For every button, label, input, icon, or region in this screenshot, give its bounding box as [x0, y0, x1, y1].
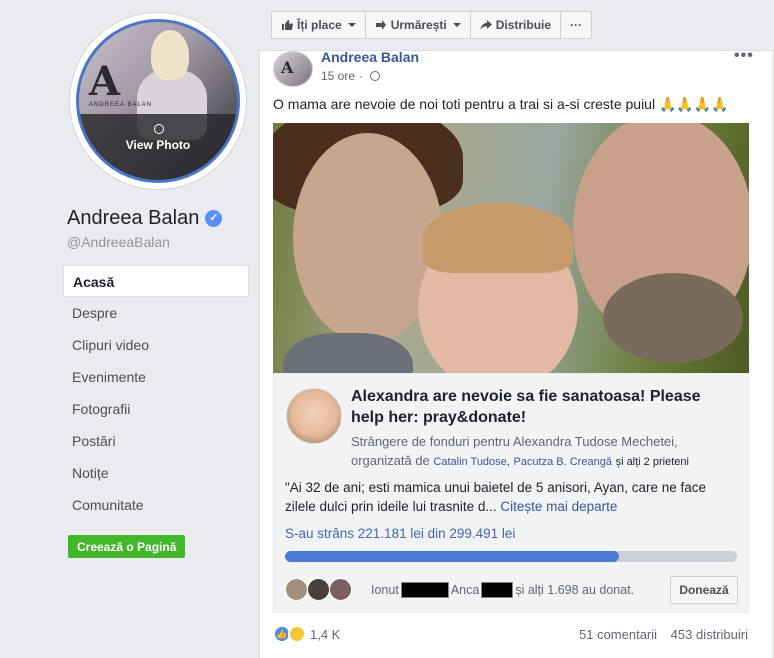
nav-item-notite[interactable]: Notițe: [63, 457, 249, 489]
nav-item-fotografii[interactable]: Fotografii: [63, 393, 249, 425]
chevron-down-icon: [452, 23, 461, 27]
donor-name-2[interactable]: Anca: [451, 583, 480, 597]
photo-beard: [603, 273, 743, 363]
read-more-link[interactable]: Citește mai departe: [500, 499, 617, 514]
post-time-text: 15 ore: [321, 69, 356, 83]
verified-badge-icon: ✓: [205, 210, 223, 227]
follow-icon: [375, 20, 386, 30]
nav-item-evenimente[interactable]: Evenimente: [63, 361, 249, 393]
nav-item-postari[interactable]: Postări: [63, 425, 249, 457]
profile-picture[interactable]: A ANDREEA BALAN View Photo: [76, 19, 240, 183]
like-page-button[interactable]: Îți place: [272, 12, 366, 38]
follow-button[interactable]: Urmărești: [366, 12, 471, 38]
post-author-avatar[interactable]: A: [273, 51, 313, 87]
fundraiser-subtitle: Strângere de fonduri pentru Alexandra Tu…: [351, 432, 736, 472]
fundraiser-avatar[interactable]: [286, 388, 342, 444]
sad-reaction-icon: [288, 625, 306, 643]
donate-button[interactable]: Donează: [670, 576, 738, 604]
post-author-name[interactable]: Andreea Balan: [321, 49, 419, 65]
nav-item-comunitate[interactable]: Comunitate: [63, 489, 249, 521]
donor-avatar[interactable]: [285, 578, 308, 601]
like-page-label: Îți place: [297, 18, 342, 32]
organizer-link-2[interactable]: Pacutza B. Creangă: [513, 456, 611, 468]
post-options-button[interactable]: •••: [734, 47, 754, 65]
nav-item-clipuri-video[interactable]: Clipuri video: [63, 329, 249, 361]
nav-item-despre[interactable]: Despre: [63, 297, 249, 329]
page-name-text: Andreea Balan: [67, 207, 200, 229]
post-card: A Andreea Balan 15 ore · ••• O mama are …: [259, 47, 772, 658]
comments-count[interactable]: 51 comentarii: [579, 627, 657, 642]
profile-picture-ring: A ANDREEA BALAN View Photo: [69, 12, 247, 190]
donor-suffix[interactable]: și alți 1.698 au donat.: [515, 583, 634, 597]
share-button[interactable]: Distribuie: [471, 12, 562, 38]
profile-icon: [154, 124, 164, 134]
photo-hair-child: [423, 203, 573, 273]
donor-avatar[interactable]: [329, 578, 352, 601]
post-timestamp[interactable]: 15 ore ·: [321, 69, 381, 83]
photo-figure-head: [151, 30, 189, 80]
post-text-body: O mama are nevoie de noi toti pentru a t…: [273, 96, 656, 112]
shares-count[interactable]: 453 distribuiri: [671, 627, 748, 642]
donor-avatars: [285, 578, 352, 601]
donors-summary: Ionut Anca și alți 1.698 au donat.: [371, 582, 634, 598]
create-page-button[interactable]: Creează o Pagină: [68, 535, 186, 558]
organizer-separator: ,: [506, 456, 510, 468]
page-action-bar: Îți place Urmărești Distribuie ···: [271, 11, 593, 39]
fundraiser-title[interactable]: Alexandra are nevoie sa fie sanatoasa! P…: [351, 386, 731, 428]
logo-text: ANDREEA BALAN: [89, 102, 153, 108]
chevron-down-icon: [347, 23, 356, 27]
nav-item-acasa[interactable]: Acasă: [63, 265, 249, 297]
view-photo-label: View Photo: [125, 138, 191, 152]
share-icon: [480, 20, 492, 30]
logo-letter: A: [281, 58, 294, 77]
share-label: Distribuie: [495, 18, 552, 32]
view-photo-overlay[interactable]: View Photo: [79, 114, 237, 180]
page-name[interactable]: Andreea Balan ✓: [67, 207, 223, 230]
fundraiser-progress-bar: [285, 551, 737, 562]
follow-label: Urmărești: [390, 18, 447, 32]
fundraiser-sub-suffix: și alți 2 prieteni: [615, 456, 689, 468]
post-time-separator: ·: [359, 69, 364, 83]
donor-avatar[interactable]: [307, 578, 330, 601]
amount-raised: S-au strâns 221.181 lei din 299.491 lei: [285, 526, 516, 541]
fundraiser-card[interactable]: Alexandra are nevoie sa fie sanatoasa! P…: [273, 373, 749, 613]
photo-shirt: [283, 333, 413, 373]
page-handle[interactable]: @AndreeaBalan: [67, 234, 170, 250]
fundraiser-desc-text: "Ai 32 de ani; esti mamica unui baietel …: [285, 480, 707, 514]
redaction-block: [481, 582, 514, 598]
redaction-block: [400, 582, 449, 598]
globe-icon: [370, 71, 381, 81]
page-nav: Acasă Despre Clipuri video Evenimente Fo…: [63, 265, 249, 521]
left-column: A ANDREEA BALAN View Photo Andreea Balan…: [0, 0, 259, 658]
post-text: O mama are nevoie de noi toti pentru a t…: [273, 96, 729, 113]
organizer-link-1[interactable]: Catalin Tudose: [433, 456, 506, 468]
thumbs-up-icon: [282, 20, 293, 30]
logo-letter: A: [89, 58, 121, 105]
praying-hands-icons: 🙏🙏🙏🙏: [658, 96, 729, 112]
fundraiser-description: "Ai 32 de ani; esti mamica unui baietel …: [285, 478, 740, 516]
post-photo[interactable]: [273, 123, 749, 373]
fundraiser-progress-fill: [285, 551, 620, 562]
reaction-count: 1,4 K: [310, 626, 341, 642]
post-counts: 51 comentarii 453 distribuiri: [569, 627, 748, 642]
donor-name-1[interactable]: Ionut: [371, 583, 399, 597]
reactions-summary[interactable]: 👍 1,4 K: [273, 625, 340, 643]
more-actions-button[interactable]: ···: [561, 12, 591, 38]
